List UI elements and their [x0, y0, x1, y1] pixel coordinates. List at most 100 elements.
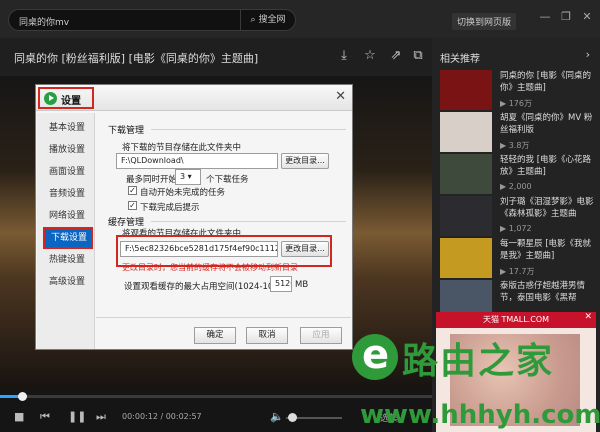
download-path-field[interactable]: F:\QLDownload\ [116, 153, 278, 169]
cache-max-label: 设置观看缓存的最大占用空间(1024-10240) [124, 282, 293, 292]
video-title-bar: 同桌的你 [粉丝福利版] [电影《同桌的你》主题曲] ⤓ ☆ ⇗ ⧉ [0, 38, 432, 76]
menu-item-network[interactable]: 网络设置 [43, 205, 93, 227]
notify-checkbox[interactable]: ✓ [128, 201, 137, 210]
menu-item-playback[interactable]: 播放设置 [43, 139, 93, 161]
related-views-count: 1,072 [508, 224, 532, 233]
related-thumbnail [440, 238, 492, 278]
related-views: ▶ 2,000 [500, 182, 532, 191]
top-bar: 同桌的你mv ⌕ 搜全网 切换到网页版 — ❐ ✕ [0, 0, 600, 38]
app-logo-icon [44, 92, 57, 105]
menu-item-advanced[interactable]: 高级设置 [43, 271, 93, 293]
download-change-dir-button[interactable]: 更改目录... [281, 153, 329, 169]
download-group-title: 下载管理 [108, 126, 145, 136]
related-views-count: 17.7万 [508, 267, 535, 276]
menu-item-basic[interactable]: 基本设置 [43, 117, 93, 139]
search-all-button[interactable]: ⌕ 搜全网 [240, 10, 295, 30]
settings-menu: 基本设置 播放设置 画面设置 音频设置 网络设置 下载设置 热键设置 高级设置 [37, 113, 95, 349]
max-tasks-suffix: 个下载任务 [206, 175, 249, 185]
related-title: 胡夏《同桌的你》MV 粉丝福利版 [500, 113, 593, 135]
max-tasks-select[interactable]: 3 ▾ [175, 169, 201, 185]
cache-path-field[interactable]: F:\5ec82326bce5281d175f4ef90c111212\ [120, 241, 278, 257]
ad-banner-bar: 天猫 TMALL.COM [436, 312, 596, 328]
related-views-count: 2,000 [508, 182, 532, 191]
related-item[interactable]: 每一颗星辰 [电影《我就是我》主题曲] ▶ 17.7万 [440, 238, 598, 280]
video-title: 同桌的你 [粉丝福利版] [电影《同桌的你》主题曲] [14, 52, 259, 65]
max-tasks-value: 3 [180, 172, 186, 181]
related-item[interactable]: 轻轻的我 [电影《心花路放》主题曲] ▶ 2,000 [440, 154, 598, 196]
ok-button[interactable]: 确定 [194, 327, 236, 344]
related-item[interactable]: 刘子璐《泪湿梦影》电影《森林孤影》主题曲 ▶ 1,072 [440, 196, 598, 238]
watermark-text: 路由之家 [402, 341, 555, 382]
restore-icon[interactable]: ❐ [559, 10, 573, 23]
time-total: 00:02:57 [165, 412, 202, 421]
cache-change-dir-button[interactable]: 更改目录... [281, 241, 329, 257]
volume-slider[interactable] [286, 413, 342, 422]
switch-web-version-button[interactable]: 切换到网页版 [452, 13, 517, 30]
volume-icon[interactable]: 🔈 [270, 410, 284, 423]
cancel-button[interactable]: 取消 [246, 327, 288, 344]
search-input[interactable]: 同桌的你mv [19, 15, 239, 27]
related-title: 泰版古惑仔超越港男情节，泰国电影《黑帮 [500, 281, 586, 303]
sidebar-title: 相关推荐 [440, 54, 480, 65]
dialog-title-highlight: 设置 [38, 87, 94, 109]
related-title: 同桌的你 [电影《同桌的你》主题曲] [500, 71, 592, 93]
next-icon[interactable]: ⏭ [96, 410, 106, 424]
pause-icon[interactable]: ❚❚ [68, 410, 86, 423]
time-display: 00:00:12 / 00:02:57 [122, 412, 202, 421]
related-views-count: 3.8万 [508, 141, 530, 150]
download-icon[interactable]: ⤓ [336, 48, 352, 64]
related-views: ▶ 3.8万 [500, 141, 530, 150]
settings-dialog: 设置 ✕ 基本设置 播放设置 画面设置 音频设置 网络设置 下载设置 热键设置 … [35, 84, 353, 350]
search-all-label: 搜全网 [258, 15, 286, 25]
related-views: ▶ 1,072 [500, 224, 532, 233]
auto-start-label: 自动开始未完成的任务 [140, 188, 226, 198]
close-icon[interactable]: ✕ [335, 89, 346, 104]
watermark-logo-icon [352, 332, 398, 380]
menu-item-picture[interactable]: 画面设置 [43, 161, 93, 183]
cache-warning-text: 更改目录时，您当前的缓存将不会被移动到新目录 [122, 263, 298, 272]
dialog-title: 设置 [61, 96, 81, 107]
related-thumbnail [440, 70, 492, 110]
related-item[interactable]: 胡夏《同桌的你》MV 粉丝福利版 ▶ 3.8万 [440, 112, 598, 154]
related-title: 刘子璐《泪湿梦影》电影《森林孤影》主题曲 [500, 197, 594, 219]
related-views: ▶ 176万 [500, 99, 532, 108]
share-icon[interactable]: ⇗ [388, 48, 404, 64]
notify-label: 下载完成后提示 [140, 203, 200, 213]
related-thumbnail [440, 196, 492, 236]
divider [151, 129, 346, 130]
cache-unit: MB [295, 280, 309, 290]
related-views: ▶ 17.7万 [500, 267, 535, 276]
cache-max-input[interactable]: 5120 [270, 276, 292, 292]
related-item[interactable]: 同桌的你 [电影《同桌的你》主题曲] ▶ 176万 [440, 70, 598, 112]
divider [151, 221, 346, 222]
close-icon[interactable]: ✕ [580, 10, 594, 23]
chevron-right-icon[interactable]: › [586, 48, 590, 61]
ad-brand: 天猫 TMALL.COM [482, 315, 550, 324]
related-title: 轻轻的我 [电影《心花路放》主题曲] [500, 155, 592, 177]
menu-item-audio[interactable]: 音频设置 [43, 183, 93, 205]
dialog-header: 设置 ✕ [36, 85, 352, 111]
search-box: 同桌的你mv ⌕ 搜全网 [8, 9, 296, 31]
progress-knob[interactable] [17, 392, 27, 401]
download-folder-label: 将下载的节目存储在此文件夹中 [122, 143, 242, 153]
related-title: 每一颗星辰 [电影《我就是我》主题曲] [500, 239, 592, 261]
apply-button[interactable]: 应用 [300, 327, 342, 344]
close-icon[interactable]: ✕ [584, 312, 592, 322]
watermark: 路由之家 www.hhhyh.com [350, 330, 600, 432]
volume-knob[interactable] [287, 413, 297, 422]
related-thumbnail [440, 112, 492, 152]
auto-start-checkbox[interactable]: ✓ [128, 186, 137, 195]
related-views-count: 176万 [508, 99, 532, 108]
previous-icon[interactable]: ⏮ [40, 410, 50, 424]
popout-icon[interactable]: ⧉ [410, 48, 426, 64]
related-thumbnail [440, 154, 492, 194]
minimize-icon[interactable]: — [538, 10, 552, 23]
watermark-url: www.hhhyh.com [360, 400, 600, 430]
time-current: 00:00:12 [122, 412, 158, 421]
favorite-icon[interactable]: ☆ [362, 48, 378, 64]
divider [96, 317, 351, 318]
stop-icon[interactable]: ■ [14, 410, 24, 423]
menu-item-hotkey[interactable]: 热键设置 [43, 249, 93, 271]
max-tasks-label: 最多同时开始 [126, 175, 178, 185]
menu-item-download[interactable]: 下载设置 [43, 227, 93, 249]
